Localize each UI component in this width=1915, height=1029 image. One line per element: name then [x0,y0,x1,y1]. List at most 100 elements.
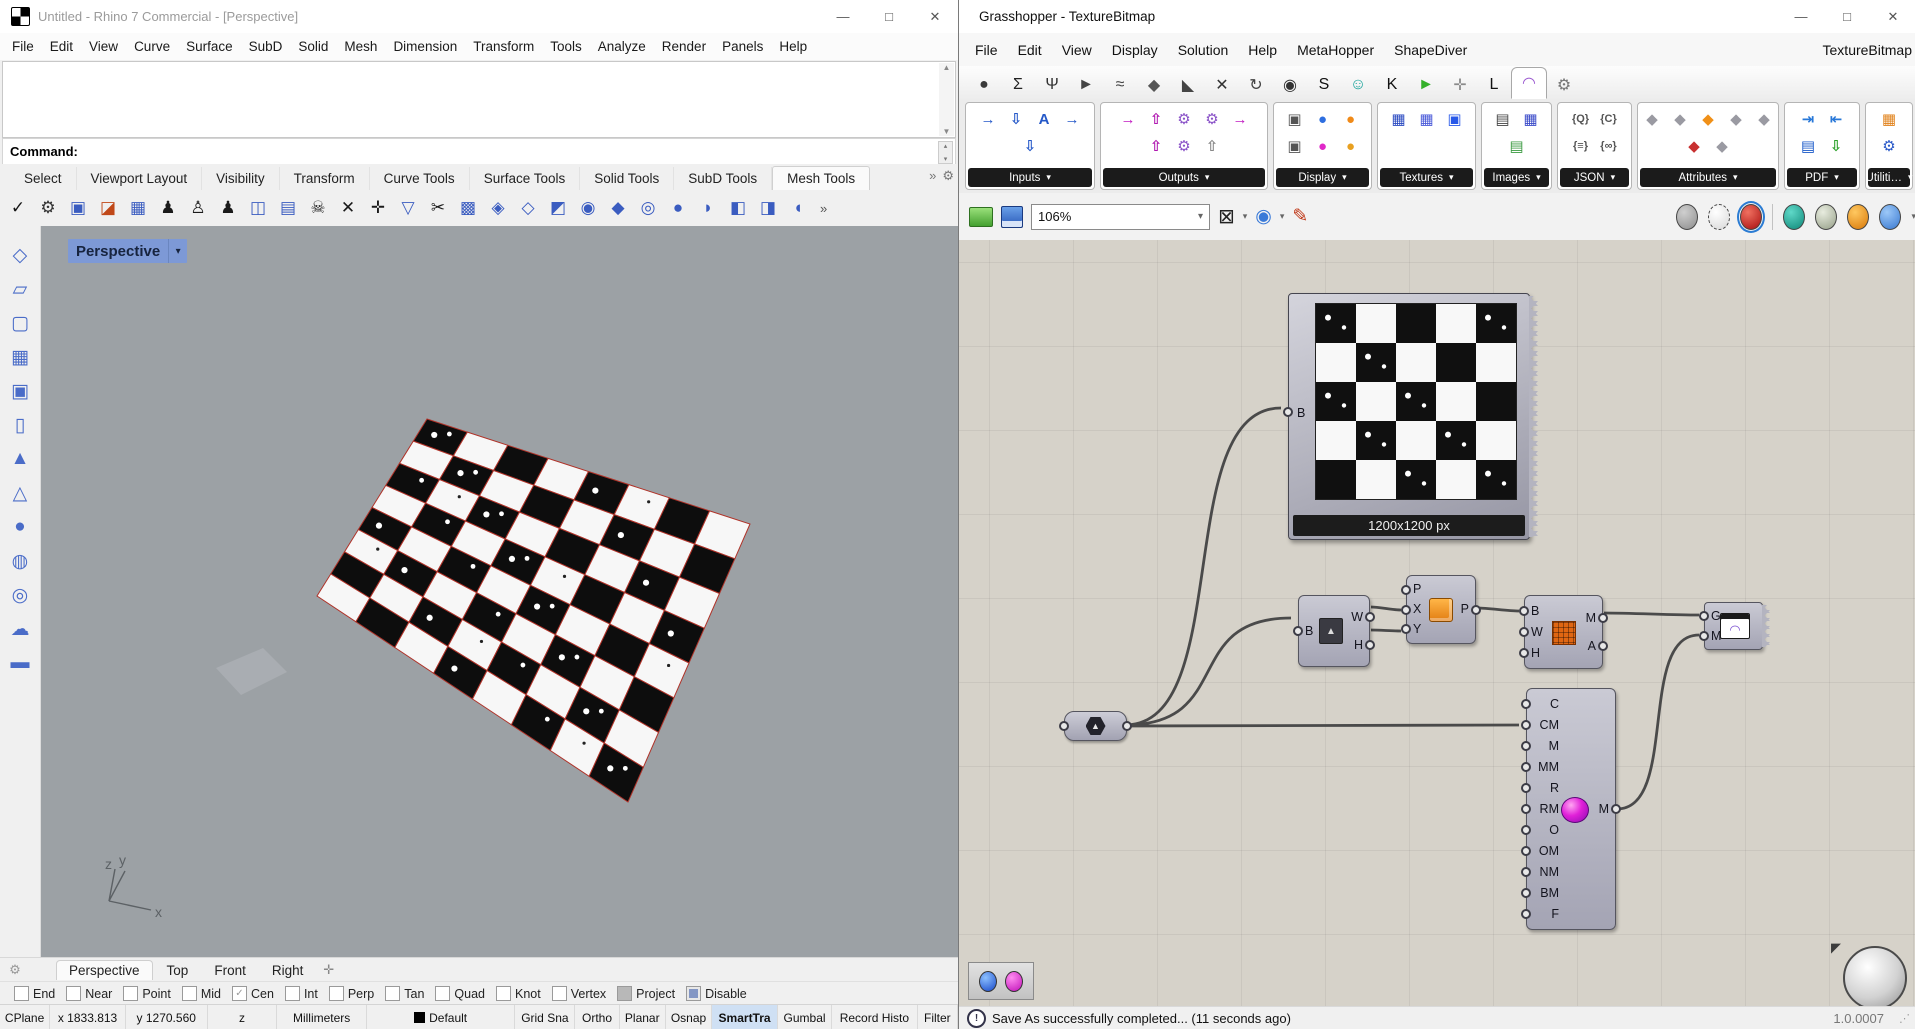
gh-canvas[interactable]: B 1200x1200 px ▲ B ▲ WH PXY P [959,240,1915,1006]
status-cell[interactable]: Default [367,1005,516,1029]
purge-bucket-icon[interactable]: ◫ [244,194,272,222]
sets-tab-icon[interactable]: Ψ [1035,71,1069,99]
viewport-title-tab[interactable]: Perspective ▾ [68,239,187,263]
material-node[interactable]: CCMMMMRRMOOMNMBMF M [1526,688,1616,930]
control-cage-icon[interactable]: ◩ [544,194,572,222]
spinner-up-icon[interactable]: ▴ [944,142,948,150]
custom-preview-node[interactable]: GM ◠ [1704,602,1763,650]
display-blue-icon[interactable] [1879,204,1901,230]
toolbar-tab[interactable]: Curve Tools [370,167,470,190]
status-cell[interactable]: CPlane [0,1005,50,1029]
split-mesh-icon[interactable]: ✂ [424,194,452,222]
k-plugin-tab-icon[interactable]: K [1375,71,1409,99]
osnap-toggle[interactable]: Point [123,986,171,1001]
torus-mesh-icon[interactable]: ◎ [634,194,662,222]
image-preview-node[interactable]: B 1200x1200 px [1288,293,1530,540]
image-checker-icon[interactable]: ▦ [1519,106,1543,132]
status-cell[interactable]: SmartTra [712,1005,778,1029]
osnap-toggle[interactable]: Perp [329,986,374,1001]
osnap-checkbox[interactable] [329,986,344,1001]
material-flame-icon[interactable]: ● [1339,133,1363,159]
json-query-icon[interactable]: {Q} [1569,106,1593,132]
mesh-face-icon[interactable]: ▢ [5,308,35,338]
viewport-gear-icon[interactable]: ⚙ [0,962,30,978]
node-input[interactable]: MM [1527,761,1565,774]
rhino-menu-item[interactable]: Curve [126,39,178,54]
edit-tools-icon[interactable]: ⚙ [34,194,62,222]
palette-group-header[interactable]: Attributes▾ [1640,168,1776,187]
status-cell[interactable]: Gumbal [778,1005,832,1029]
node-input[interactable]: B [1525,605,1549,618]
toolbar-tab[interactable]: Mesh Tools [772,166,870,190]
toolbar-tab[interactable]: Transform [280,167,370,190]
import-image-icon[interactable]: ⇩ [1004,106,1028,132]
rhino-menu-item[interactable]: Dimension [385,39,465,54]
bitmap-info-node[interactable]: B ▲ WH [1298,595,1370,667]
status-cell[interactable]: y 1270.560 [126,1005,208,1029]
node-output[interactable]: M [1580,612,1602,625]
rhino-menu-item[interactable]: SubD [241,39,291,54]
polyhedron-icon[interactable]: ◗ [694,194,722,222]
gh-menu-item[interactable]: Help [1238,42,1287,58]
toolbar-tab[interactable]: SubD Tools [674,167,772,190]
draft-analysis-icon[interactable]: ◪ [94,194,122,222]
export-tag-icon[interactable]: ⇧ [1200,133,1224,159]
viewport-tab[interactable]: Perspective [56,960,153,980]
new-viewport-tab-icon[interactable]: ✛ [315,962,334,978]
preview-window-icon[interactable]: ▣ [1283,106,1307,132]
close-button[interactable]: ✕ [912,0,958,33]
pdf-collapse-h-icon[interactable]: ⇥ [1796,106,1820,132]
export-arrow-icon[interactable]: → [1116,106,1140,132]
rhino-menu-item[interactable]: Panels [714,39,771,54]
viewport-tab[interactable]: Top [155,961,201,980]
osnap-checkbox[interactable] [496,986,511,1001]
scroll-down-icon[interactable]: ▼ [943,127,951,136]
minimize-button[interactable]: — [820,0,866,33]
tag-sphere-icon[interactable]: ◆ [1640,106,1664,132]
export-3dm-icon[interactable]: ⚙ [1172,106,1196,132]
status-cell[interactable]: Osnap [666,1005,712,1029]
gh-menu-item[interactable]: Display [1102,42,1168,58]
pixel-coordinates-node[interactable]: PXY P [1406,575,1476,644]
osnap-checkbox[interactable] [182,986,197,1001]
rhino-menu-item[interactable]: View [81,39,126,54]
patch-mesh-icon[interactable]: ◇ [514,194,542,222]
osnap-checkbox[interactable] [66,986,81,1001]
palette-group-header[interactable]: Outputs▾ [1103,168,1265,187]
osnap-toggle[interactable]: Near [66,986,112,1001]
toolbar-tab[interactable]: Surface Tools [470,167,581,190]
gh-menu-item[interactable]: Solution [1168,42,1239,58]
curve-tab-icon[interactable]: ≈ [1103,71,1137,99]
tag-plain-icon[interactable]: ◆ [1668,106,1692,132]
osnap-toggle[interactable]: Mid [182,986,221,1001]
toolbar-tab[interactable]: Select [10,167,77,190]
osnap-checkbox[interactable]: ✓ [232,986,247,1001]
osnap-toggle[interactable]: Disable [686,986,747,1001]
maximize-button[interactable]: □ [866,0,912,33]
palette-group-header[interactable]: Textures▾ [1380,168,1473,187]
osnap-toggle[interactable]: Int [285,986,318,1001]
viewport-menu-caret-icon[interactable]: ▾ [168,239,187,263]
node-input[interactable]: F [1527,908,1565,921]
command-history-scrollbar[interactable]: ▲ ▼ [939,63,954,136]
osnap-toggle[interactable]: Knot [496,986,541,1001]
import-shapes-icon[interactable]: ⇩ [1018,133,1042,159]
osnap-checkbox[interactable] [617,986,632,1001]
gh-maximize-button[interactable]: □ [1824,0,1870,33]
export-3ds-icon[interactable]: ⚙ [1172,133,1196,159]
walk-vertical-icon[interactable]: ♙ [184,194,212,222]
status-cell[interactable]: Grid Sna [515,1005,575,1029]
weld-left-icon[interactable]: ◧ [724,194,752,222]
gh-menu-item[interactable]: MetaHopper [1287,42,1384,58]
import-file-icon[interactable]: → [1060,106,1084,132]
status-cell[interactable]: x 1833.813 [50,1005,126,1029]
save-file-icon[interactable]: ⇧ [1144,106,1168,132]
node-input[interactable]: OM [1527,845,1565,858]
osnap-toggle[interactable]: Quad [435,986,485,1001]
status-cell[interactable]: z [208,1005,278,1029]
node-input[interactable]: P [1407,583,1427,596]
node-output[interactable]: H [1345,639,1369,652]
node-output[interactable]: M [1593,803,1615,816]
osnap-toggle[interactable]: Tan [385,986,424,1001]
cplane-axes-icon[interactable]: ✛ [364,194,392,222]
